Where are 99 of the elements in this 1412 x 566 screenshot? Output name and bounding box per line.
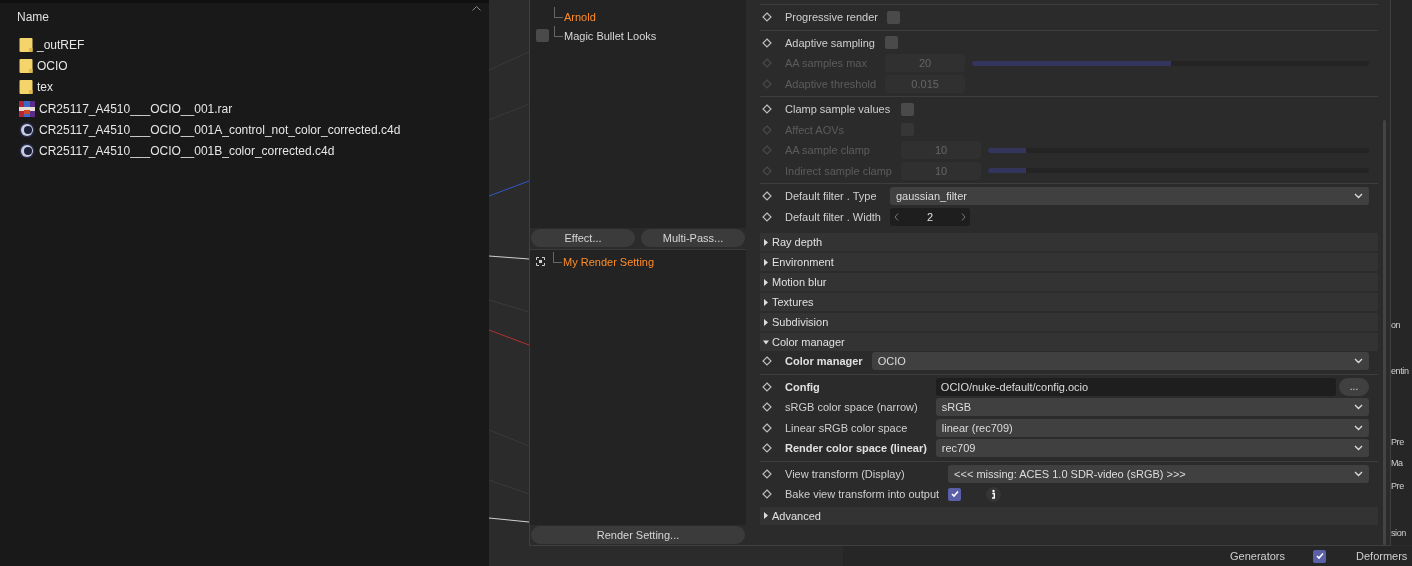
setting-label: Default filter . Width bbox=[785, 210, 881, 223]
keyframe-diamond-icon[interactable] bbox=[762, 356, 772, 367]
file-name[interactable]: CR25117_A4510___OCIO__001.rar bbox=[39, 101, 233, 116]
dropdown[interactable]: OCIO bbox=[871, 352, 1369, 371]
sphere-logo-icon bbox=[19, 121, 35, 138]
section-header[interactable]: Subdivision bbox=[760, 313, 1378, 331]
focus-frame-icon bbox=[536, 257, 545, 266]
file-name[interactable]: CR25117_A4510___OCIO__001B_color_corrected.c4d bbox=[39, 144, 335, 159]
section-header[interactable]: Advanced bbox=[760, 506, 1378, 525]
keyframe-diamond-icon[interactable] bbox=[762, 443, 772, 454]
number-stepper[interactable]: 2 bbox=[890, 207, 970, 226]
chevron-down-icon bbox=[1354, 445, 1363, 452]
keyframe-diamond-icon[interactable] bbox=[762, 191, 772, 202]
section-header[interactable]: Environment bbox=[760, 253, 1378, 271]
chevron-right-icon bbox=[961, 212, 966, 221]
keyframe-diamond-icon[interactable] bbox=[762, 468, 772, 479]
filter-label: Deformers bbox=[1356, 550, 1408, 562]
checkbox[interactable] bbox=[1313, 549, 1327, 563]
setting-label: sRGB color space (narrow) bbox=[785, 401, 919, 414]
sphere-logo-icon bbox=[19, 143, 35, 160]
tree-connector bbox=[554, 26, 563, 37]
dropdown[interactable]: <<< missing: ACES 1.0 SDR-video (sRGB) >>> bbox=[948, 464, 1369, 483]
folder-icon bbox=[19, 79, 33, 96]
keyframe-diamond-icon[interactable] bbox=[762, 211, 772, 222]
panel-text: Ma bbox=[1391, 458, 1403, 468]
setting-label: Clamp sample values bbox=[785, 103, 892, 116]
expand-triangle-icon[interactable] bbox=[763, 238, 769, 246]
panel-text: Pre bbox=[1391, 437, 1404, 447]
section-header[interactable]: Motion blur bbox=[760, 273, 1378, 291]
slider-track[interactable] bbox=[988, 168, 1369, 174]
chevron-down-icon bbox=[1354, 358, 1363, 365]
column-header[interactable]: Name bbox=[17, 9, 49, 24]
keyframe-diamond-icon[interactable] bbox=[762, 422, 772, 433]
folder-icon bbox=[19, 36, 33, 53]
tree-connector bbox=[554, 7, 563, 18]
chevron-down-icon bbox=[1354, 424, 1363, 431]
render-setting-item[interactable]: My Render Setting bbox=[563, 255, 655, 268]
section-header[interactable]: Color manager bbox=[760, 333, 1378, 351]
section-header[interactable]: Ray depth bbox=[760, 233, 1378, 251]
render-setting-button[interactable]: Render Setting... bbox=[531, 526, 745, 544]
effect-button[interactable]: Effect... bbox=[531, 229, 635, 247]
section-header[interactable]: Textures bbox=[760, 293, 1378, 311]
checkbox[interactable] bbox=[886, 10, 900, 24]
dropdown[interactable]: rec709 bbox=[935, 439, 1369, 458]
checkbox[interactable] bbox=[885, 36, 899, 50]
file-name[interactable]: tex bbox=[37, 80, 53, 95]
expand-triangle-icon[interactable] bbox=[763, 338, 769, 346]
expand-triangle-icon[interactable] bbox=[763, 512, 769, 519]
effect-button[interactable]: Multi-Pass... bbox=[641, 229, 745, 247]
keyframe-diamond-icon[interactable] bbox=[762, 381, 772, 392]
keyframe-diamond-icon[interactable] bbox=[762, 37, 772, 48]
setting-label: Adaptive sampling bbox=[785, 36, 876, 49]
setting-label: Config bbox=[785, 380, 821, 393]
expand-triangle-icon[interactable] bbox=[763, 298, 769, 306]
setting-label: Progressive render bbox=[785, 11, 878, 24]
setting-label: Bake view transform into output bbox=[785, 488, 940, 501]
dropdown[interactable]: gaussian_filter bbox=[890, 187, 1369, 206]
filter-label: Generators bbox=[1230, 550, 1286, 562]
file-name[interactable]: CR25117_A4510___OCIO__001A_control_not_color_corrected.c4d bbox=[39, 122, 401, 137]
checkbox[interactable] bbox=[901, 102, 914, 116]
setting-label: Linear sRGB color space bbox=[785, 421, 909, 434]
file-name[interactable]: _outREF bbox=[37, 37, 85, 52]
keyframe-diamond-icon[interactable] bbox=[762, 402, 772, 413]
setting-label: View transform (Display) bbox=[785, 467, 906, 480]
panel-text: entin bbox=[1391, 366, 1409, 376]
checkbox[interactable] bbox=[535, 29, 549, 42]
info-icon[interactable] bbox=[986, 486, 1002, 502]
panel-text: Pre bbox=[1391, 481, 1404, 491]
slider-track[interactable] bbox=[972, 60, 1369, 66]
checkmark-icon bbox=[949, 489, 960, 500]
slider-track[interactable] bbox=[988, 147, 1369, 153]
archive-icon bbox=[19, 100, 35, 117]
chevron-down-icon bbox=[1354, 470, 1363, 477]
tree-connector bbox=[553, 252, 562, 263]
panel-text: sion bbox=[1391, 528, 1406, 538]
dropdown[interactable]: linear (rec709) bbox=[935, 418, 1369, 437]
expand-triangle-icon[interactable] bbox=[763, 278, 769, 286]
folder-icon bbox=[19, 57, 33, 74]
setting-label: Color manager bbox=[785, 355, 863, 368]
dropdown[interactable]: sRGB bbox=[935, 398, 1369, 417]
effect-item[interactable]: Arnold bbox=[564, 10, 596, 23]
setting-label: Render color space (linear) bbox=[785, 442, 927, 455]
effect-item[interactable]: Magic Bullet Looks bbox=[564, 29, 657, 42]
expand-triangle-icon[interactable] bbox=[763, 258, 769, 266]
sort-caret-icon bbox=[472, 6, 481, 11]
chevron-left-icon bbox=[894, 212, 899, 221]
keyframe-diamond-icon[interactable] bbox=[762, 489, 772, 500]
keyframe-diamond-icon[interactable] bbox=[762, 104, 772, 115]
expand-triangle-icon[interactable] bbox=[763, 318, 769, 326]
panel-text: on bbox=[1391, 320, 1401, 330]
setting-label: Default filter . Type bbox=[785, 190, 878, 203]
chevron-down-icon bbox=[1354, 193, 1363, 200]
file-name[interactable]: OCIO bbox=[37, 58, 68, 73]
checkmark-icon bbox=[1314, 551, 1325, 561]
checkbox[interactable] bbox=[948, 487, 962, 501]
keyframe-diamond-icon[interactable] bbox=[762, 12, 772, 23]
browse-button[interactable]: ... bbox=[1339, 377, 1369, 396]
path-field[interactable]: OCIO/nuke-default/config.ocio bbox=[935, 377, 1336, 396]
chevron-down-icon bbox=[1354, 404, 1363, 411]
